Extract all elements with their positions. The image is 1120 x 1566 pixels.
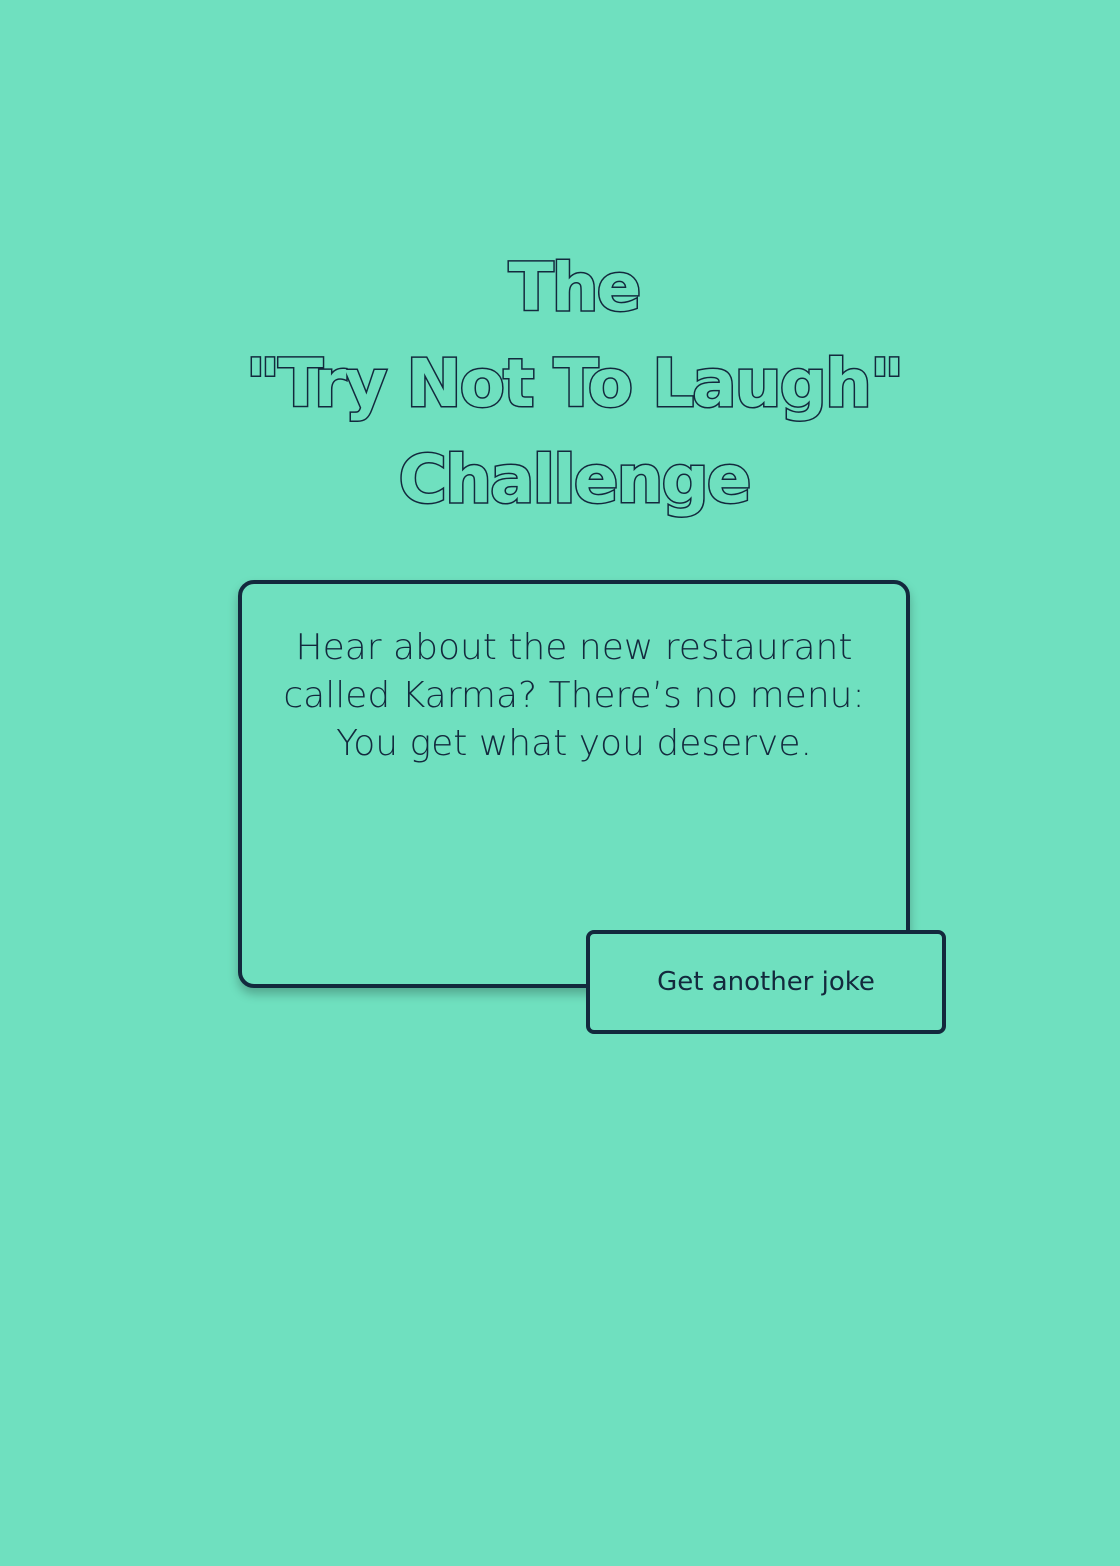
joke-text: Hear about the new restaurant called Kar… (283, 627, 865, 764)
joke-card: Hear about the new restaurant called Kar… (238, 580, 910, 988)
title-line-3: Challenge (397, 440, 753, 520)
get-another-joke-button[interactable]: Get another joke (586, 930, 946, 1034)
title-line-2: "Try Not To Laugh" (244, 344, 906, 424)
page-title: The "Try Not To Laugh" Challenge (0, 240, 1120, 528)
title-line-1: The (507, 248, 643, 328)
